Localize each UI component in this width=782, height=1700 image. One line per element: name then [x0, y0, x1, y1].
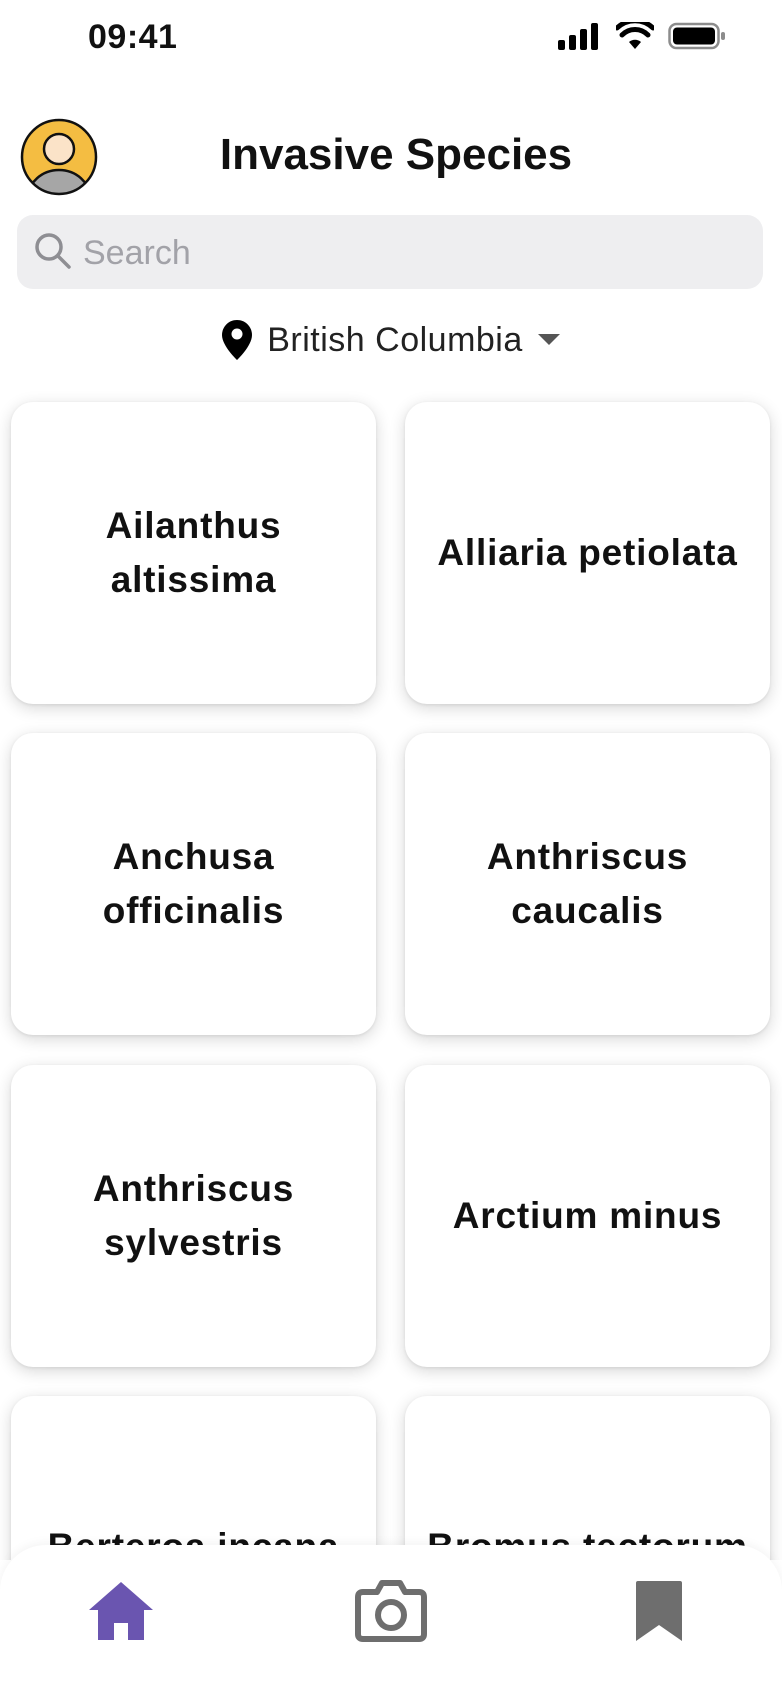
species-card[interactable]: Bromus tectorum [405, 1396, 770, 1560]
species-name: Alliaria petiolata [437, 532, 738, 573]
tab-bar [0, 1545, 782, 1700]
species-name: Arctium minus [452, 1195, 723, 1236]
tab-saved[interactable] [614, 1571, 704, 1651]
species-card[interactable]: Anthriscus sylvestris [11, 1065, 376, 1367]
tab-camera[interactable] [346, 1571, 436, 1651]
species-name: Ailanthus altissima [105, 505, 282, 600]
species-card[interactable]: Anchusa officinalis [11, 733, 376, 1035]
camera-icon [355, 1580, 427, 1642]
species-name: Anthriscus caucalis [486, 836, 689, 931]
species-card[interactable]: Alliaria petiolata [405, 402, 770, 704]
species-card[interactable]: Ailanthus altissima [11, 402, 376, 704]
species-card[interactable]: Anthriscus caucalis [405, 733, 770, 1035]
bookmark-icon [636, 1581, 682, 1641]
tab-home[interactable] [76, 1571, 166, 1651]
species-name: Anchusa officinalis [102, 836, 285, 931]
species-card[interactable]: Berteroa incana [11, 1396, 376, 1560]
species-grid: Ailanthus altissima Alliaria petiolata A… [0, 0, 782, 1560]
species-name: Anthriscus sylvestris [92, 1168, 295, 1263]
home-icon [89, 1582, 153, 1640]
species-card[interactable]: Arctium minus [405, 1065, 770, 1367]
